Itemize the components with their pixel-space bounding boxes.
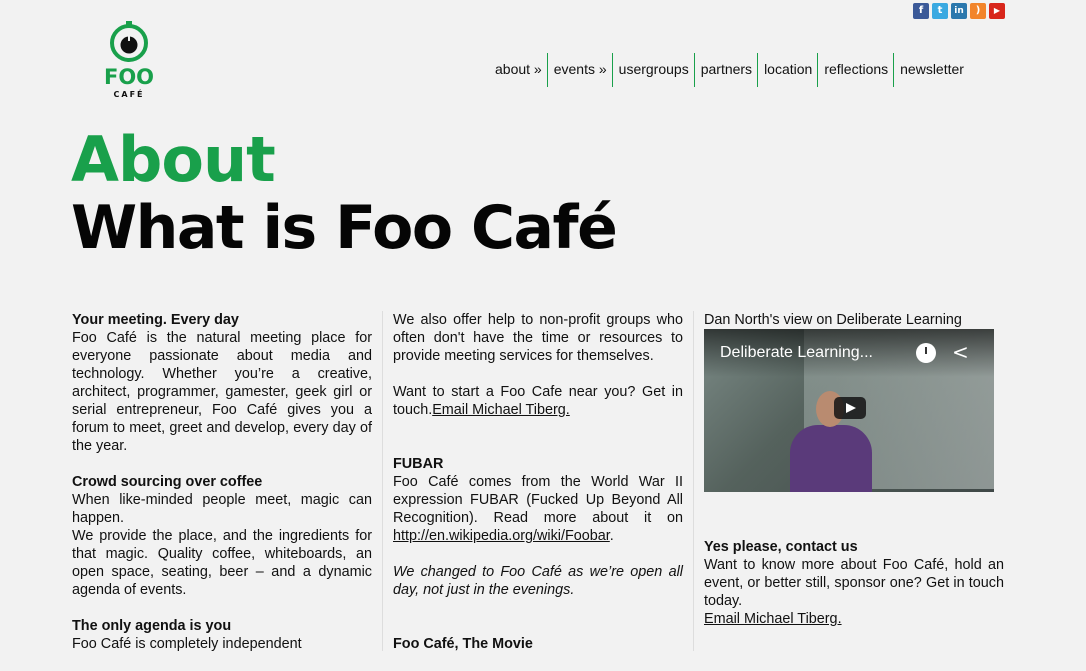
- subheading: Your meeting. Every day: [72, 312, 239, 328]
- column-divider: [693, 311, 694, 651]
- paragraph: Want to start a Foo Cafe near you? Get i…: [393, 383, 683, 419]
- wikipedia-link[interactable]: http://en.wikipedia.org/wiki/Foobar: [393, 528, 610, 544]
- paragraph: Want to know more about Foo Café, hold a…: [704, 557, 1004, 609]
- play-button[interactable]: [834, 397, 866, 419]
- email-link[interactable]: Email Michael Tiberg.: [704, 611, 842, 627]
- nav-newsletter[interactable]: newsletter: [894, 53, 969, 87]
- paragraph: We also offer help to non-profit groups …: [393, 312, 683, 364]
- nav-partners[interactable]: partners: [695, 53, 759, 87]
- youtube-icon[interactable]: ▶: [989, 3, 1005, 19]
- subheading: Yes please, contact us: [704, 539, 858, 555]
- twitter-icon[interactable]: t: [932, 3, 948, 19]
- content-column-3: Dan North's view on Deliberate Learning …: [704, 311, 1004, 628]
- foo-cafe-logo[interactable]: FOO CAFÉ: [98, 18, 160, 100]
- paragraph: Foo Café is the natural meeting place fo…: [72, 330, 372, 454]
- nav-usergroups[interactable]: usergroups: [613, 53, 695, 87]
- facebook-icon[interactable]: f: [913, 3, 929, 19]
- video-caption: Dan North's view on Deliberate Learning: [704, 312, 962, 328]
- paragraph: Foo Café comes from the World War II exp…: [393, 473, 683, 545]
- content-column-2: We also offer help to non-profit groups …: [393, 311, 683, 653]
- paragraph-text: .: [609, 528, 614, 544]
- subheading: Crowd sourcing over coffee: [72, 474, 263, 490]
- social-icons: f t in ) ▶: [913, 3, 1005, 19]
- rss-icon[interactable]: ): [970, 3, 986, 19]
- section-heading: About: [71, 123, 276, 196]
- content-column-1: Your meeting. Every day Foo Café is the …: [72, 311, 372, 671]
- page-title: What is Foo Café: [71, 193, 618, 263]
- paragraph: We changed to Foo Café as we’re open all…: [393, 564, 683, 598]
- nav-location[interactable]: location: [758, 53, 819, 87]
- nav-reflections[interactable]: reflections: [818, 53, 895, 87]
- watch-later-icon[interactable]: [916, 343, 936, 363]
- subheading: The only agenda is you: [72, 618, 232, 634]
- column-divider: [382, 311, 383, 651]
- nav-events[interactable]: events »: [548, 53, 613, 87]
- subheading: FUBAR: [393, 456, 444, 472]
- logo-text: FOO: [104, 65, 154, 89]
- paragraph: When like-minded people meet, magic can …: [72, 492, 372, 526]
- paragraph: Foo Café is completely independent: [72, 636, 302, 652]
- paragraph: We provide the place, and the ingredient…: [72, 528, 372, 598]
- main-nav: about » events » usergroups partners loc…: [489, 53, 969, 87]
- nav-about[interactable]: about »: [489, 53, 548, 87]
- logo-subtext: CAFÉ: [114, 88, 145, 99]
- email-link[interactable]: Email Michael Tiberg.: [432, 402, 570, 418]
- video-player[interactable]: Deliberate Learning... <: [704, 329, 994, 492]
- video-title[interactable]: Deliberate Learning...: [720, 343, 873, 363]
- share-icon[interactable]: <: [952, 341, 969, 363]
- linkedin-icon[interactable]: in: [951, 3, 967, 19]
- video-person: [790, 425, 872, 492]
- subheading: Foo Café, The Movie: [393, 636, 533, 652]
- paragraph-text: Foo Café comes from the World War II exp…: [393, 474, 683, 526]
